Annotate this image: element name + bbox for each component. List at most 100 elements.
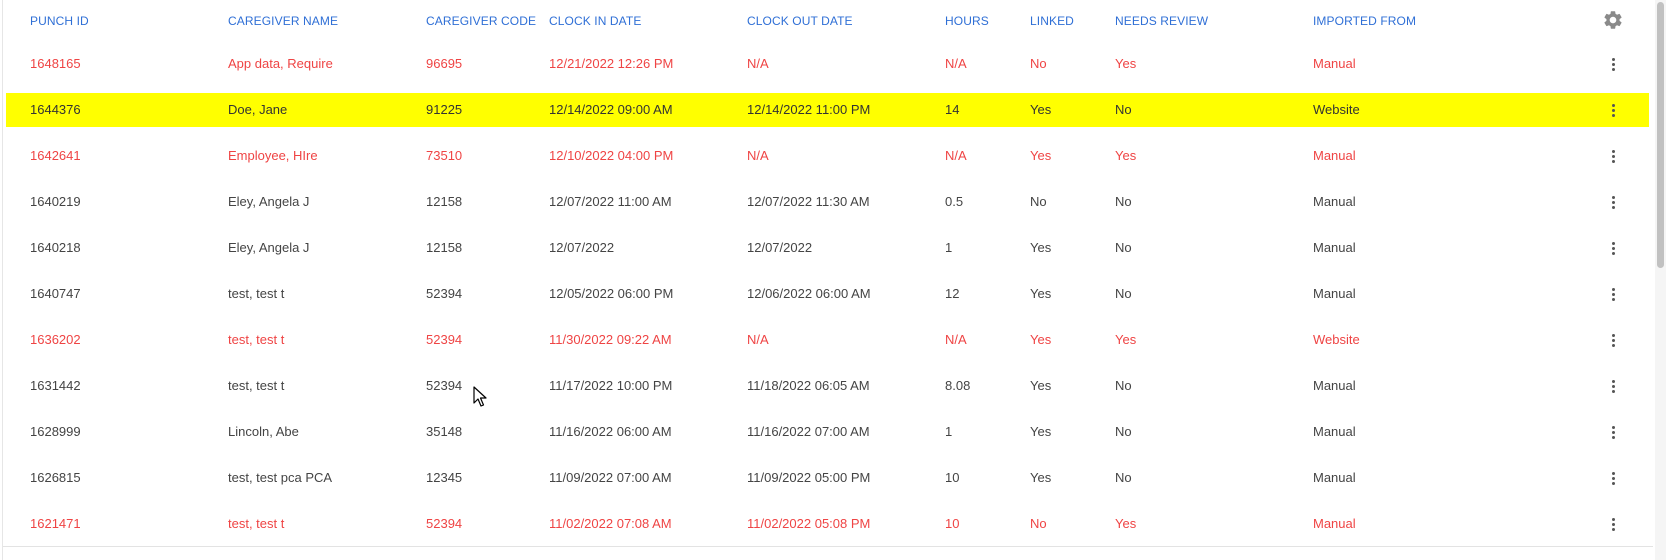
table-row[interactable]: 1628999 Lincoln, Abe 35148 11/16/2022 06:00…	[3, 408, 1653, 455]
kebab-dot	[1612, 298, 1616, 302]
column-header-caregiver-code[interactable]: CAREGIVER CODE	[426, 14, 536, 28]
column-header-caregiver-name[interactable]: CAREGIVER NAME	[228, 14, 338, 28]
kebab-menu-icon[interactable]	[1604, 421, 1624, 443]
kebab-dot	[1612, 431, 1616, 435]
cell-hours: 0.5	[945, 194, 964, 209]
cell-imported-from: Manual	[1313, 148, 1356, 163]
cell-punch-id: 1628999	[30, 424, 81, 439]
kebab-menu-icon[interactable]	[1604, 191, 1624, 213]
cell-clock-in-date: 12/21/2022 12:26 PM	[549, 56, 674, 71]
cell-clock-in-date: 11/02/2022 07:08 AM	[549, 516, 672, 531]
kebab-menu-icon[interactable]	[1604, 375, 1624, 397]
cell-clock-out-date: 12/07/2022	[747, 240, 813, 255]
vertical-scrollbar[interactable]	[1655, 0, 1666, 560]
cell-clock-out-date: 12/07/2022 11:30 AM	[747, 194, 870, 209]
column-header-clock-out-date[interactable]: CLOCK OUT DATE	[747, 14, 853, 28]
cell-hours: N/A	[945, 56, 967, 71]
cell-imported-from: Manual	[1313, 516, 1356, 531]
kebab-menu-icon[interactable]	[1604, 467, 1624, 489]
table-row[interactable]: 1644376 Doe, Jane 91225 12/14/2022 09:00 AM…	[3, 86, 1653, 133]
cell-caregiver-name: test, test t	[228, 516, 285, 531]
cell-linked: Yes	[1030, 240, 1052, 255]
cell-hours: N/A	[945, 332, 967, 347]
cell-clock-out-date: 12/14/2022 11:00 PM	[747, 102, 871, 117]
cell-caregiver-code: 52394	[426, 378, 463, 393]
table-row[interactable]: 1626815 test, test pca PCA 12345 11/09/2022…	[3, 454, 1653, 501]
cell-clock-in-date: 12/05/2022 06:00 PM	[549, 286, 674, 301]
cell-imported-from: Manual	[1313, 56, 1356, 71]
cell-imported-from: Manual	[1313, 424, 1356, 439]
kebab-dot	[1612, 247, 1616, 251]
cell-clock-in-date: 12/07/2022	[549, 240, 615, 255]
cell-caregiver-name: test, test t	[228, 332, 285, 347]
cell-punch-id: 1644376	[30, 102, 81, 117]
cell-caregiver-code: 12158	[426, 240, 463, 255]
kebab-menu-icon[interactable]	[1604, 283, 1624, 305]
cell-imported-from: Website	[1313, 332, 1360, 347]
cell-hours: 10	[945, 516, 960, 531]
kebab-dot	[1612, 104, 1616, 108]
cell-clock-in-date: 11/17/2022 10:00 PM	[549, 378, 673, 393]
cell-linked: No	[1030, 194, 1047, 209]
kebab-dot	[1612, 472, 1616, 476]
cell-caregiver-code: 12345	[426, 470, 463, 485]
cell-linked: No	[1030, 56, 1047, 71]
cell-punch-id: 1626815	[30, 470, 81, 485]
cell-punch-id: 1636202	[30, 332, 81, 347]
table-row[interactable]: 1621471 test, test t 52394 11/02/2022 07:08…	[3, 500, 1653, 547]
kebab-dot	[1612, 482, 1616, 486]
kebab-dot	[1612, 252, 1616, 256]
cell-punch-id: 1640219	[30, 194, 81, 209]
kebab-dot	[1612, 155, 1616, 159]
kebab-dot	[1612, 242, 1616, 246]
kebab-dot	[1612, 68, 1616, 72]
cell-clock-out-date: 11/02/2022 05:08 PM	[747, 516, 871, 531]
table-row[interactable]: 1642641 Employee, HIre 73510 12/10/2022 04:…	[3, 132, 1653, 179]
table-row[interactable]: 1640747 test, test t 52394 12/05/2022 06:00…	[3, 270, 1653, 317]
column-header-imported-from[interactable]: IMPORTED FROM	[1313, 14, 1416, 28]
cell-needs-review: No	[1115, 286, 1132, 301]
table-row[interactable]: 1640218 Eley, Angela J 12158 12/07/2022 12/0…	[3, 224, 1653, 271]
cell-clock-out-date: 11/18/2022 06:05 AM	[747, 378, 870, 393]
cell-punch-id: 1642641	[30, 148, 81, 163]
scrollbar-thumb[interactable]	[1657, 2, 1664, 268]
gear-icon[interactable]	[1602, 9, 1624, 31]
table-row[interactable]: 1640219 Eley, Angela J 12158 12/07/2022 11:…	[3, 178, 1653, 225]
cell-hours: N/A	[945, 148, 967, 163]
cell-clock-in-date: 11/09/2022 07:00 AM	[549, 470, 672, 485]
kebab-menu-icon[interactable]	[1604, 237, 1624, 259]
cell-caregiver-code: 96695	[426, 56, 463, 71]
cell-imported-from: Manual	[1313, 470, 1356, 485]
cell-hours: 14	[945, 102, 960, 117]
kebab-dot	[1612, 523, 1616, 527]
cell-needs-review: No	[1115, 378, 1132, 393]
cell-clock-in-date: 11/16/2022 06:00 AM	[549, 424, 672, 439]
cell-clock-out-date: N/A	[747, 332, 769, 347]
cell-caregiver-name: test, test t	[228, 378, 285, 393]
table-row[interactable]: 1631442 test, test t 52394 11/17/2022 10:00…	[3, 362, 1653, 409]
kebab-menu-icon[interactable]	[1604, 145, 1624, 167]
punch-table: PUNCH ID CAREGIVER NAME CAREGIVER CODE CLOC…	[2, 0, 1653, 560]
kebab-menu-icon[interactable]	[1604, 53, 1624, 75]
kebab-menu-icon[interactable]	[1604, 513, 1624, 535]
kebab-menu-icon[interactable]	[1604, 99, 1624, 121]
cell-caregiver-name: App data, Require	[228, 56, 333, 71]
column-header-linked[interactable]: LINKED	[1030, 14, 1074, 28]
kebab-dot	[1612, 528, 1616, 532]
cell-punch-id: 1621471	[30, 516, 81, 531]
cell-clock-in-date: 12/10/2022 04:00 PM	[549, 148, 674, 163]
table-row[interactable]: 1636202 test, test t 52394 11/30/2022 09:22…	[3, 316, 1653, 363]
cell-caregiver-code: 52394	[426, 516, 463, 531]
column-header-punch-id[interactable]: PUNCH ID	[30, 14, 89, 28]
cell-clock-in-date: 12/14/2022 09:00 AM	[549, 102, 673, 117]
cell-caregiver-code: 91225	[426, 102, 463, 117]
kebab-menu-icon[interactable]	[1604, 329, 1624, 351]
kebab-dot	[1612, 196, 1616, 200]
column-header-needs-review[interactable]: NEEDS REVIEW	[1115, 14, 1208, 28]
column-header-clock-in-date[interactable]: CLOCK IN DATE	[549, 14, 641, 28]
cell-linked: Yes	[1030, 378, 1052, 393]
cell-punch-id: 1640747	[30, 286, 81, 301]
column-header-hours[interactable]: HOURS	[945, 14, 989, 28]
table-row[interactable]: 1648165 App data, Require 96695 12/21/2022 …	[3, 40, 1653, 87]
cell-clock-out-date: N/A	[747, 148, 769, 163]
